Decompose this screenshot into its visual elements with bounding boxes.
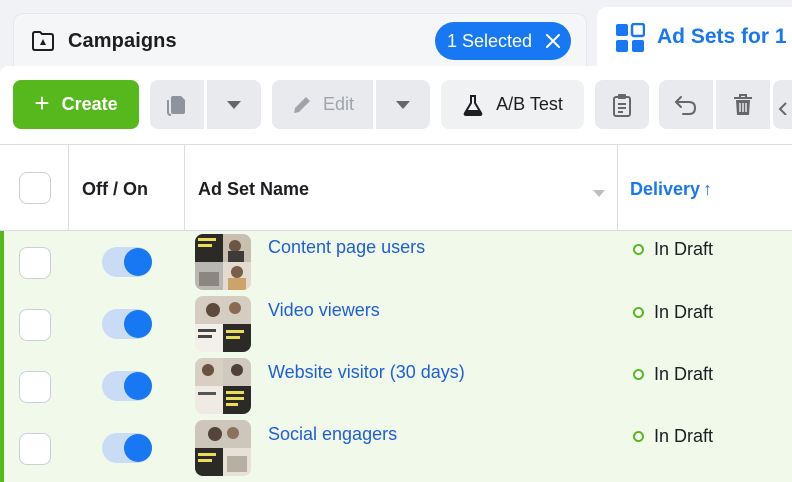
tab-adsets-label: Ad Sets for 1 C bbox=[657, 25, 792, 48]
select-all-checkbox[interactable] bbox=[19, 172, 51, 204]
row-toggle[interactable] bbox=[102, 309, 152, 339]
duplicate-dropdown-button[interactable] bbox=[207, 80, 261, 129]
chevron-down-icon bbox=[396, 100, 410, 110]
status-dot-icon bbox=[633, 431, 644, 442]
status-dot-icon bbox=[633, 244, 644, 255]
duplicate-button[interactable] bbox=[150, 80, 204, 129]
toggle-knob bbox=[124, 372, 152, 400]
toggle-knob bbox=[124, 310, 152, 338]
edit-dropdown-button[interactable] bbox=[376, 80, 430, 129]
table-row[interactable]: Social engagers In Draft bbox=[4, 417, 792, 479]
selected-pill[interactable]: 1 Selected bbox=[435, 22, 571, 60]
undo-button[interactable] bbox=[659, 80, 713, 129]
col-toggle-header: Off / On bbox=[82, 179, 148, 199]
status-dot-icon bbox=[633, 369, 644, 380]
tab-adsets[interactable]: Ad Sets for 1 C bbox=[597, 7, 792, 69]
adset-name-link[interactable]: Social engagers bbox=[268, 424, 397, 445]
lock-icon bbox=[778, 95, 788, 115]
close-icon[interactable] bbox=[546, 34, 561, 48]
toggle-knob bbox=[124, 434, 152, 462]
table-header: Off / On Ad Set Name Delivery ↑ bbox=[0, 145, 792, 231]
undo-icon bbox=[674, 94, 698, 116]
status-dot-icon bbox=[633, 307, 644, 318]
flask-icon bbox=[462, 94, 484, 116]
delivery-status: In Draft bbox=[654, 239, 714, 259]
ads-manager: Campaigns 1 Selected Ad Sets for 1 C + C… bbox=[0, 0, 792, 482]
duplicate-icon bbox=[165, 93, 189, 117]
ad-thumbnail bbox=[195, 234, 251, 290]
adset-name-link[interactable]: Content page users bbox=[268, 237, 425, 258]
paste-button[interactable] bbox=[595, 80, 649, 129]
clipboard-icon bbox=[612, 93, 632, 117]
row-toggle[interactable] bbox=[102, 371, 152, 401]
table-row[interactable]: Video viewers In Draft bbox=[4, 293, 792, 355]
ad-thumbnail bbox=[195, 420, 251, 476]
trash-icon bbox=[732, 93, 754, 117]
adsets-table: Off / On Ad Set Name Delivery ↑ Content … bbox=[0, 144, 792, 482]
col-name-header[interactable]: Ad Set Name bbox=[198, 179, 309, 200]
selected-pill-label: 1 Selected bbox=[447, 30, 533, 51]
delivery-status: In Draft bbox=[654, 302, 714, 322]
tab-campaigns-label: Campaigns bbox=[68, 30, 177, 52]
row-toggle[interactable] bbox=[102, 247, 152, 277]
create-label: Create bbox=[61, 94, 118, 114]
plus-icon: + bbox=[34, 87, 50, 118]
delivery-status: In Draft bbox=[654, 426, 714, 446]
table-body: Content page users In Draft Video viewer… bbox=[0, 231, 792, 482]
col-delivery-label: Delivery bbox=[630, 179, 701, 199]
grid-icon bbox=[615, 22, 646, 53]
more-button[interactable] bbox=[773, 80, 792, 129]
row-checkbox[interactable] bbox=[19, 371, 51, 403]
folder-icon bbox=[31, 29, 55, 53]
sort-caret-icon[interactable] bbox=[593, 185, 605, 203]
delivery-status: In Draft bbox=[654, 364, 714, 384]
pencil-icon bbox=[291, 94, 313, 116]
table-row[interactable]: Content page users In Draft bbox=[4, 231, 792, 293]
create-button[interactable]: + Create bbox=[13, 80, 139, 129]
edit-button[interactable]: Edit bbox=[272, 80, 373, 129]
toggle-knob bbox=[124, 248, 152, 276]
adset-name-link[interactable]: Website visitor (30 days) bbox=[268, 362, 465, 383]
ab-test-button[interactable]: A/B Test bbox=[441, 80, 584, 129]
row-toggle[interactable] bbox=[102, 433, 152, 463]
adset-name-link[interactable]: Video viewers bbox=[268, 300, 380, 321]
edit-label: Edit bbox=[322, 94, 355, 114]
sort-up-icon: ↑ bbox=[703, 179, 713, 199]
chevron-down-icon bbox=[227, 100, 241, 110]
row-checkbox[interactable] bbox=[19, 247, 51, 279]
row-checkbox[interactable] bbox=[19, 309, 51, 341]
main-panel: + Create Edit A/B Test Off / On Ad Set N… bbox=[0, 66, 792, 482]
delete-button[interactable] bbox=[716, 80, 770, 129]
table-row[interactable]: Website visitor (30 days) In Draft bbox=[4, 355, 792, 417]
col-delivery-header[interactable]: Delivery ↑ bbox=[630, 179, 712, 200]
ad-thumbnail bbox=[195, 358, 251, 414]
ad-thumbnail bbox=[195, 296, 251, 352]
tab-campaigns[interactable]: Campaigns 1 Selected bbox=[13, 13, 587, 73]
row-checkbox[interactable] bbox=[19, 433, 51, 465]
ab-test-label: A/B Test bbox=[496, 94, 563, 114]
